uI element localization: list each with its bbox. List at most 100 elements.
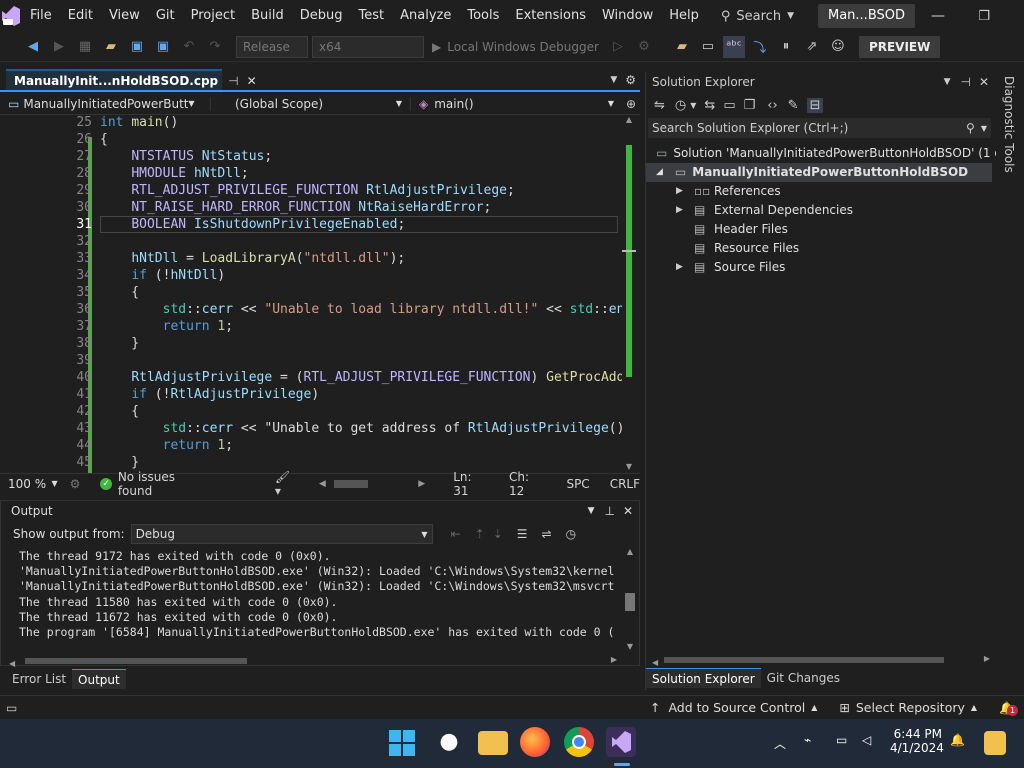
save-all-icon[interactable]: ▣ [152,36,174,58]
clock[interactable]: 6:44 PM 4/1/2024 [890,727,944,755]
expand-arrow-icon[interactable]: ▶ [676,201,694,220]
menu-test[interactable]: Test [351,0,393,32]
menu-edit[interactable]: Edit [60,0,101,32]
find-message-icon[interactable]: ⇤ [451,527,461,541]
tree-item-external-dependencies[interactable]: ▶ ▤ External Dependencies [676,201,853,220]
tree-item-source-files[interactable]: ▶ ▤ Source Files [676,258,785,277]
platform-dropdown[interactable]: x64 [312,35,424,58]
chevron-down-icon[interactable]: ▼ [981,124,987,133]
pin-icon[interactable]: ⊣ [960,75,970,89]
hscroll-left-icon[interactable]: ◀ [652,658,658,667]
code-line[interactable]: NT_RAISE_HARD_ERROR_FUNCTION NtRaiseHard… [100,200,491,215]
minimize-icon[interactable]: — [915,8,961,24]
tab-dropdown-icon[interactable]: ▼ [610,75,617,85]
search-box[interactable]: ⚲ Search ▼ [721,9,794,24]
line-indicator[interactable]: Ln: 31 [453,470,489,498]
tab-close-icon[interactable]: ✕ [247,70,257,92]
code-line[interactable]: if (!RtlAdjustPrivilege) [100,387,319,402]
open-folder-icon[interactable]: ▰ [100,36,122,58]
column-indicator[interactable]: Ch: 12 [509,470,546,498]
hscroll-right-icon[interactable]: ▶ [984,654,990,663]
menu-view[interactable]: View [101,0,148,32]
code-line[interactable]: if (!hNtDll) [100,268,225,283]
menu-tools[interactable]: Tools [459,0,507,32]
editor-scrollbar[interactable]: ▲ ▼ [622,115,636,473]
back-icon[interactable]: ◀ [22,36,44,58]
whitespace-indicator[interactable]: SPC [566,477,589,491]
folder-icon[interactable]: ▰ [671,36,693,58]
hscroll-thumb[interactable] [664,657,944,663]
settings-icon[interactable]: ⚙ [633,36,655,58]
code-line[interactable]: return 1; [100,438,233,453]
firefox-icon[interactable] [520,727,550,757]
collapse-all-icon[interactable]: ❐ [744,98,756,113]
next-message-icon[interactable]: ⇣ [493,527,503,541]
notifications-button[interactable]: 🔔 1 [999,701,1019,716]
cleanup-icon[interactable]: 🖌 ▾ [275,470,299,498]
visual-studio-taskbar-icon[interactable] [606,727,636,757]
close-icon[interactable]: ✕ [979,75,989,89]
layout-icon[interactable]: ▭ [697,36,719,58]
network-icon[interactable]: ⌁ [804,733,811,747]
sync-icon[interactable]: ⇋ [654,98,665,113]
tray-chevron-icon[interactable]: ︿ [774,735,786,752]
menu-extensions[interactable]: Extensions [507,0,594,32]
menu-analyze[interactable]: Analyze [392,0,459,32]
spellcheck-icon[interactable]: ᵃᵇᶜ [722,35,745,58]
expand-arrow-icon[interactable]: ▶ [676,182,694,201]
solexp-hscrollbar[interactable]: ◀ ▶ [652,654,990,667]
chevron-down-icon[interactable]: ▼ [690,101,696,110]
code-line[interactable]: } [100,455,139,470]
menu-debug[interactable]: Debug [292,0,351,32]
member-dropdown[interactable]: ◈ main() ▼ [410,96,622,111]
undo-icon[interactable]: ↶ [178,36,200,58]
copilot-icon[interactable] [984,731,1006,755]
code-line[interactable]: RtlAdjustPrivilege = (RTL_ADJUST_PRIVILE… [100,370,622,385]
split-icon[interactable]: ⊕ [622,97,640,111]
menu-file[interactable]: File [22,0,60,32]
share-icon[interactable]: ⇗ [801,36,823,58]
clear-all-icon[interactable]: ☰ [517,527,528,541]
select-repository-button[interactable]: ⊞ Select Repository ▲ [839,700,977,715]
code-line[interactable]: return 1; [100,319,233,334]
scroll-up-icon[interactable]: ▲ [623,547,637,556]
tree-solution[interactable]: ▭ Solution 'ManuallyInitiatedPowerButton… [656,144,1017,163]
issues-indicator[interactable]: ✓ No issues found [100,470,209,498]
preview-selected-icon[interactable]: ⊟ [806,97,824,113]
close-icon[interactable]: ✕ [623,504,633,518]
tab-solution-explorer[interactable]: Solution Explorer [646,668,761,688]
feedback-icon[interactable]: ☺ [827,36,849,58]
code-line[interactable]: { [100,404,139,419]
hscroll-right-icon[interactable]: ▶ [611,655,617,664]
code-line[interactable]: RTL_ADJUST_PRIVILEGE_FUNCTION RtlAdjustP… [100,183,515,198]
menu-help[interactable]: Help [661,0,707,32]
output-hscrollbar[interactable]: ◀ ▶ [9,655,617,668]
menu-git[interactable]: Git [148,0,183,32]
code-line[interactable]: HMODULE hNtDll; [100,166,248,181]
refresh-icon[interactable]: ▭ [723,98,735,113]
start-debugger-button[interactable]: ▶ Local Windows Debugger [432,40,599,54]
pending-changes-icon[interactable]: ⇆ [704,98,715,113]
hscroll-left-icon[interactable]: ◀ [319,479,326,489]
search-taskbar-icon[interactable]: ● [434,727,464,757]
code-line[interactable]: std::cerr << "Unable to get address of R… [100,421,622,436]
tree-item-resource-files[interactable]: ▤ Resource Files [676,239,799,258]
tab-error-list[interactable]: Error List [6,669,72,689]
pin-icon[interactable]: ⊣ [228,70,238,92]
config-dropdown[interactable]: Release [236,35,308,58]
hscroll-right-icon[interactable]: ▶ [418,479,425,489]
menu-window[interactable]: Window [594,0,661,32]
code-line[interactable]: { [100,285,139,300]
clock-icon[interactable]: ◷ [566,527,576,541]
start-button[interactable] [388,729,416,757]
show-code-icon[interactable]: ‹› [767,98,777,113]
project-dropdown[interactable]: ▭ ManuallyInitiatedPowerButtonH ▼ [0,97,210,111]
panel-menu-icon[interactable]: ▼ [944,77,951,87]
output-text[interactable]: The thread 9172 has exited with code 0 (… [19,549,623,640]
tab-output[interactable]: Output [72,669,126,689]
tree-project[interactable]: ◢ ▭ ManuallyInitiatedPowerButtonHoldBSOD [646,163,992,182]
tree-item-header-files[interactable]: ▤ Header Files [676,220,788,239]
menu-build[interactable]: Build [243,0,292,32]
expand-arrow-icon[interactable]: ▶ [676,258,694,277]
diagnostic-tools-sidetab[interactable]: Diagnostic Tools [996,72,1024,690]
